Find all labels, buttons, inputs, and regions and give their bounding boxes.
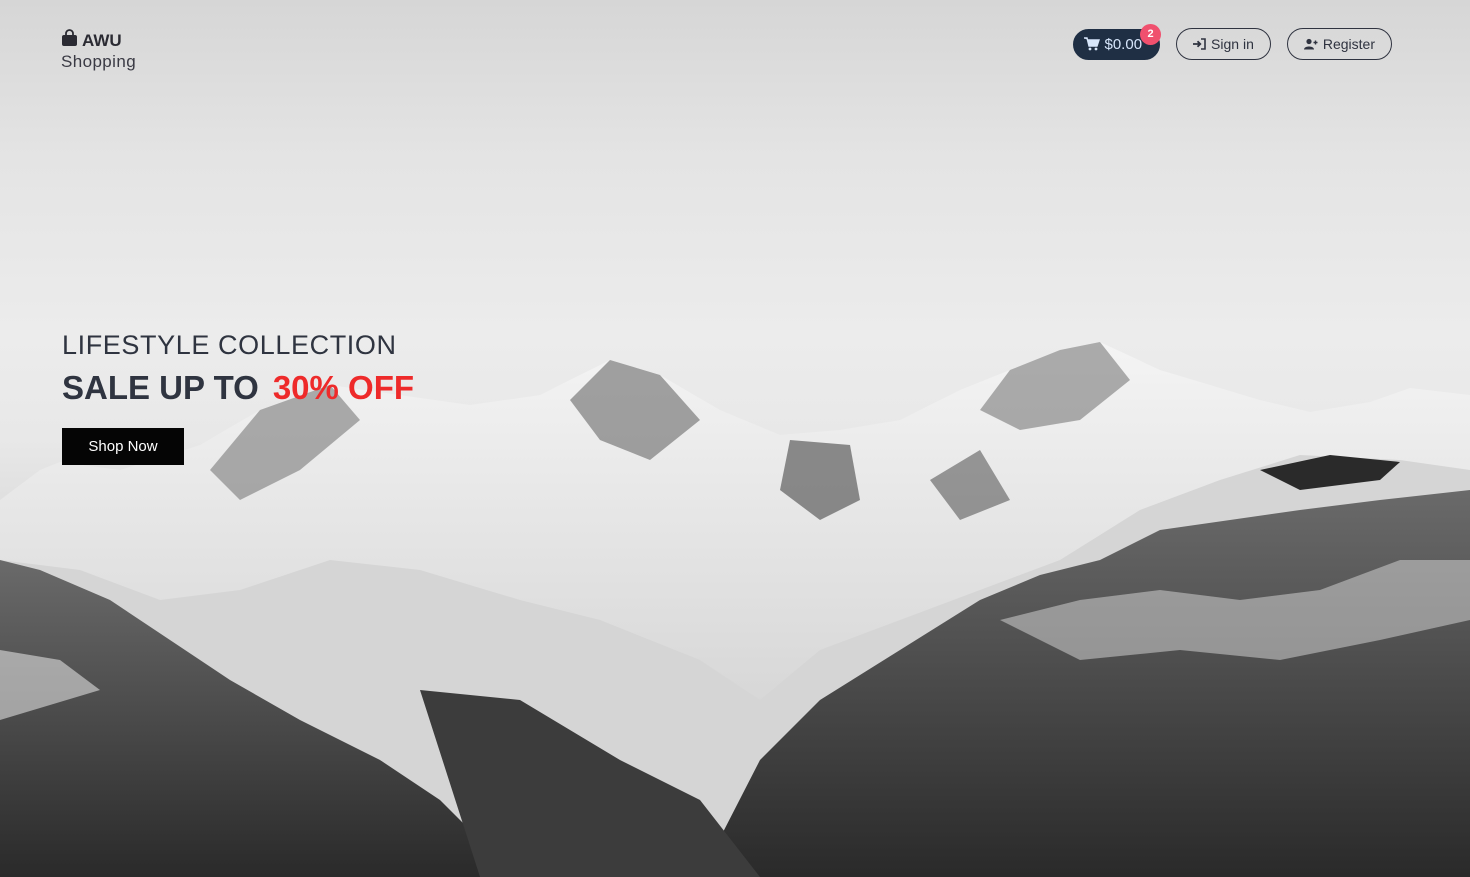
cart-button[interactable]: $0.00 2 [1072,23,1162,60]
cart-icon [1083,37,1100,51]
cart-total: $0.00 [1104,35,1143,53]
brand-tagline: Shopping [61,52,137,71]
register-button[interactable]: Register [1286,28,1392,60]
hero-promo: LIFESTYLE COLLECTION SALE UP TO 30% OFF S… [62,330,414,465]
sign-in-button[interactable]: Sign in [1176,28,1271,60]
user-plus-icon [1303,38,1318,50]
cart-count-badge: 2 [1140,23,1162,45]
brand-logo[interactable]: AWU Shopping [61,25,136,72]
hero-headline: SALE UP TO 30% OFF [62,369,414,407]
top-nav: $0.00 2 Sign in Register [1072,23,1392,60]
brand-name: AWU [82,31,122,50]
headline-discount: 30% OFF [272,369,415,406]
shopping-bag-icon [62,29,77,46]
register-label: Register [1322,36,1375,52]
sign-in-icon [1193,38,1206,50]
sign-in-label: Sign in [1211,36,1254,52]
shop-now-button[interactable]: Shop Now [62,428,184,465]
hero-kicker: LIFESTYLE COLLECTION [62,330,397,360]
headline-prefix: SALE UP TO [62,369,259,406]
